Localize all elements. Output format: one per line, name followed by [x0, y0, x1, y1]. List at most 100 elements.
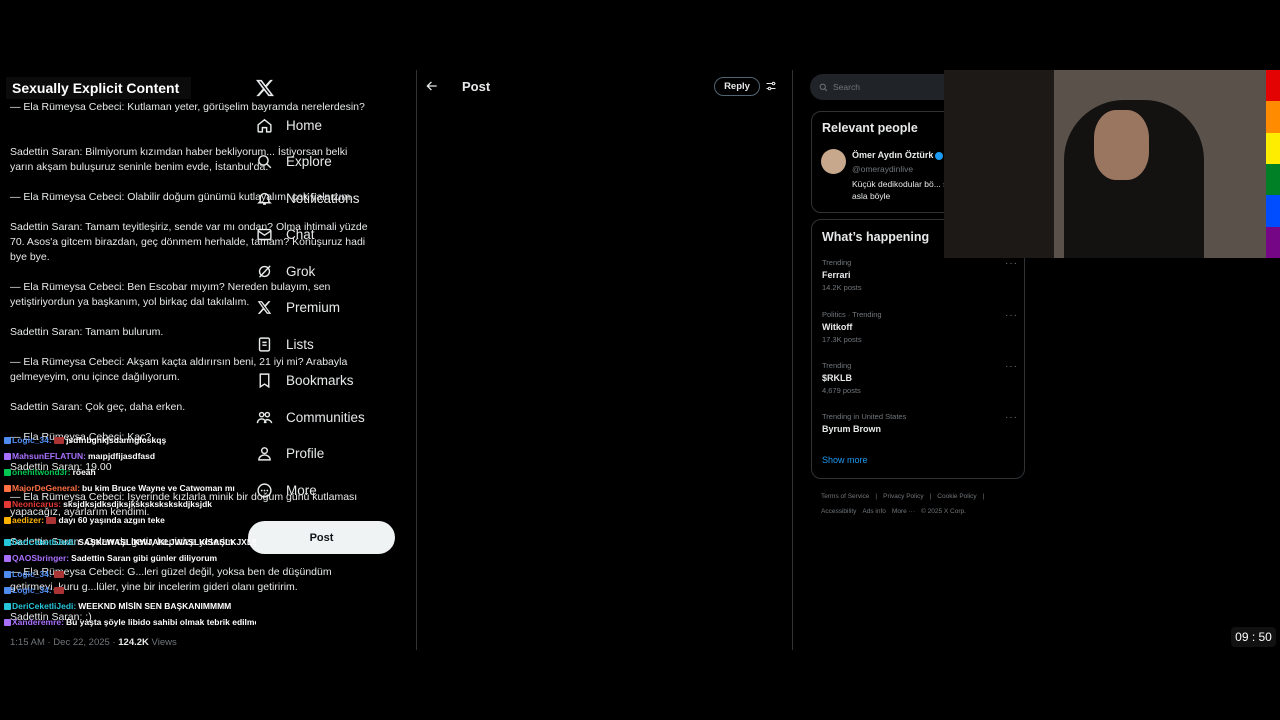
- chat-text: röeah: [72, 467, 96, 477]
- trend-topic: $RKLB: [822, 373, 853, 383]
- chat-username[interactable]: Xanderemre:: [12, 617, 64, 627]
- post-paragraph: Sadettin Saran: Çok geç, daha erken.: [10, 401, 186, 413]
- flag-stripe: [1266, 70, 1280, 102]
- chat-text: sksjdksjdksdjksjkskskskskskdjksjdk: [63, 499, 212, 509]
- trend-item[interactable]: Trending in United States Byrum Brown ···: [822, 412, 1022, 434]
- chat-text: bu kim Bruce Wayne ve Catwoman mı: [82, 483, 235, 493]
- chat-message: QAOSbringer: Sadettin Saran gibi günler d…: [4, 550, 256, 566]
- chat-username[interactable]: MajorDeGeneral:: [12, 483, 80, 493]
- chat-username[interactable]: Logic_34:: [12, 435, 52, 445]
- footer-separator: |: [982, 493, 985, 500]
- flag-stripe: [1266, 163, 1280, 196]
- post-paragraph: Sadettin Saran: Tamam bulurum.: [10, 326, 164, 338]
- content-warning-label: Sexually Explicit Content: [6, 77, 192, 99]
- post-header: Post Reply: [417, 70, 792, 102]
- chat-username[interactable]: aedizer:: [12, 515, 44, 525]
- nav-item-label: Grok: [286, 263, 316, 279]
- person-name[interactable]: Ömer Aydın Öztürk: [852, 150, 944, 160]
- trend-context: Politics · Trending: [822, 310, 882, 319]
- chat-badge-icon: [4, 603, 11, 611]
- back-arrow-icon[interactable]: [425, 79, 439, 93]
- footer-link[interactable]: Accessibility: [821, 508, 856, 515]
- show-more-link[interactable]: Show more: [822, 455, 868, 465]
- flag-stripe: [1266, 226, 1280, 258]
- footer-link[interactable]: More ···: [892, 508, 915, 515]
- search-icon: [819, 83, 828, 91]
- chat-message: DeriCeketliJedi: SAŞKLWAŞLİKWJAKLJWAŞLKİS…: [4, 534, 256, 550]
- post-paragraph: — Ela Rümeysa Cebeci: Akşam kaçta aldırı…: [10, 356, 348, 383]
- stream-timer: 09 : 50: [1231, 627, 1276, 647]
- chat-username[interactable]: onehitwond3r:: [12, 467, 71, 477]
- views-label: Views: [148, 637, 177, 648]
- trend-item[interactable]: Trending $RKLB 4,679 posts ···: [822, 361, 1022, 395]
- chat-username[interactable]: Neonicarus:: [12, 499, 61, 509]
- chat-username[interactable]: Logic_34:: [12, 569, 52, 579]
- reply-button[interactable]: Reply: [714, 77, 760, 96]
- streamer-face: [1094, 110, 1149, 180]
- chat-message: Logic_34:: [4, 566, 256, 582]
- flag-stripe: [1266, 195, 1280, 227]
- chat-badge-icon: [4, 517, 11, 525]
- footer-link[interactable]: © 2025 X Corp.: [921, 508, 966, 515]
- chat-message: onehitwond3r: röeah: [4, 464, 256, 480]
- post-paragraph: Sadettin Saran: Bilmiyorum kızımdan habe…: [10, 146, 348, 173]
- chat-text: Sadettin Saran gibi günler diliyorum: [71, 553, 218, 563]
- emote-icon: [53, 571, 64, 579]
- chat-username[interactable]: Logic_34:: [12, 585, 52, 595]
- footer-link[interactable]: Ads info: [862, 508, 886, 515]
- post-paragraph: — Ela Rümeysa Cebeci: Ben Escobar mıyım?…: [10, 281, 331, 308]
- chat-username[interactable]: DeriCeketliJedi:: [12, 537, 76, 547]
- whats-happening-title: What’s happening: [822, 230, 930, 244]
- chat-badge-icon: [4, 619, 11, 627]
- person-handle[interactable]: @omeraydinlive: [852, 164, 913, 174]
- chat-badge-icon: [4, 469, 11, 477]
- pride-flag: [1266, 70, 1280, 258]
- more-options-icon[interactable]: ···: [1005, 310, 1018, 321]
- chat-message: Xanderemre: Bu yaşta şöyle libido sahibi …: [4, 614, 256, 630]
- post-paragraph: — Ela Rümeysa Cebeci: Kutlaman yeter, gö…: [10, 101, 365, 113]
- trend-item[interactable]: Trending Ferrari 14.2K posts ···: [822, 258, 1022, 292]
- emote-icon: [53, 437, 64, 445]
- chat-message: Neonicarus: sksjdksjdksdjksjkskskskskskdj…: [4, 496, 256, 512]
- more-options-icon[interactable]: ···: [1005, 412, 1018, 423]
- footer-link[interactable]: Terms of Service: [821, 493, 869, 500]
- more-options-icon[interactable]: ···: [1005, 258, 1018, 269]
- chat-message: MajorDeGeneral: bu kim Bruce Wayne ve Cat…: [4, 480, 256, 496]
- whats-happening-card: What’s happening Show more Trending Ferra…: [811, 219, 1025, 479]
- trend-context: Trending: [822, 258, 852, 267]
- chat-badge-icon: [4, 453, 11, 461]
- footer-link[interactable]: Cookie Policy: [937, 493, 976, 500]
- flag-stripe: [1266, 132, 1280, 164]
- post-paragraph: Sadettin Saran: Tamam teyitleşiriz, send…: [10, 221, 368, 263]
- trend-count: 4,679 posts: [822, 386, 861, 395]
- footer-separator: |: [929, 493, 932, 500]
- chat-username[interactable]: DeriCeketliJedi:: [12, 601, 76, 611]
- chat-username[interactable]: MahsunEFLATUN:: [12, 451, 86, 461]
- footer-links: Terms of Service | Privacy Policy | Cookie P…: [821, 489, 1021, 519]
- chat-badge-icon: [4, 485, 11, 493]
- emote-icon: [53, 587, 64, 595]
- view-count: 124.2K: [118, 637, 149, 648]
- post-timestamp[interactable]: 1:15 AM · Dec 22, 2025 ·: [10, 637, 118, 648]
- chat-text: dayı 60 yaşında azgın teke: [58, 515, 165, 525]
- post-meta: 1:15 AM · Dec 22, 2025 · 124.2K Views: [10, 637, 177, 648]
- chat-message: MahsunEFLATUN: maıpjdfijasdfasd: [4, 448, 256, 464]
- footer-link[interactable]: Privacy Policy: [883, 493, 923, 500]
- avatar[interactable]: [821, 149, 846, 174]
- emote-icon: [46, 517, 57, 525]
- chat-badge-icon: [4, 555, 11, 563]
- verified-badge-icon: [935, 151, 944, 160]
- x-logo-icon[interactable]: [255, 78, 275, 98]
- footer-separator: |: [875, 493, 878, 500]
- trend-item[interactable]: Politics · Trending Witkoff 17.3K posts ···: [822, 310, 1022, 344]
- more-options-icon[interactable]: ···: [1005, 361, 1018, 372]
- chat-text: jsdfnbgnkjsdanngloskqş: [66, 435, 167, 445]
- trend-count: 17.3K posts: [822, 335, 862, 344]
- chat-badge-icon: [4, 501, 11, 509]
- chat-username[interactable]: QAOSbringer:: [12, 553, 69, 563]
- post-column: Post Reply: [416, 70, 793, 650]
- chat-text: SAŞKLWAŞLİKWJAKLJWAŞLKİSAŞLKJXLŞKLKŞAWLK…: [78, 537, 256, 547]
- grok-icon: [258, 265, 271, 278]
- sliders-icon[interactable]: [765, 80, 777, 92]
- post-paragraph: — Ela Rümeysa Cebeci: Olabilir doğum gün…: [10, 191, 354, 203]
